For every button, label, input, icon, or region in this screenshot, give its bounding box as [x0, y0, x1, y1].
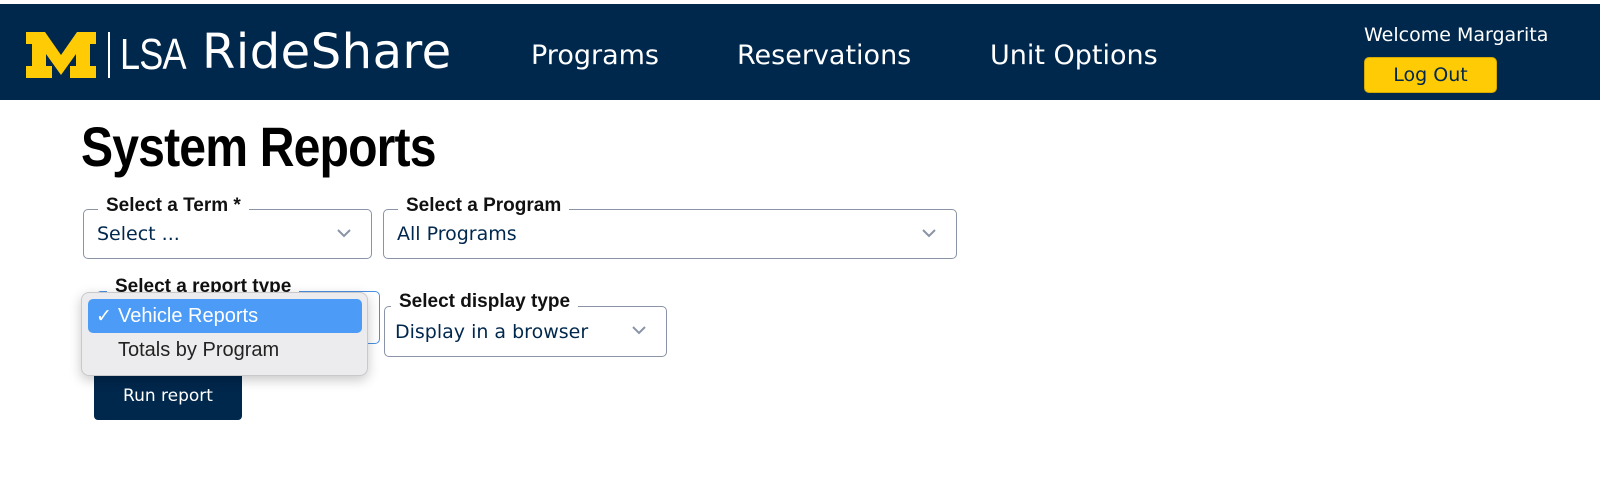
program-label: Select a Program [398, 195, 570, 217]
display-type-label: Select display type [391, 291, 579, 313]
nav-programs[interactable]: Programs [531, 40, 659, 71]
term-select[interactable]: Select a Term * Select ... [83, 195, 372, 259]
top-navbar: LSA RideShare Programs Reservations Unit… [0, 4, 1600, 100]
checkmark-icon: ✓ [96, 305, 112, 327]
logo-lsa-text: LSA [120, 30, 187, 79]
option-label: Vehicle Reports [118, 304, 259, 327]
program-select[interactable]: Select a Program All Programs [383, 195, 957, 259]
chevron-down-icon [922, 229, 936, 238]
block-m-logo-icon [26, 32, 96, 78]
option-totals-by-program[interactable]: Totals by Program [88, 333, 362, 367]
option-vehicle-reports[interactable]: ✓ Vehicle Reports [88, 299, 362, 333]
chevron-down-icon [632, 326, 646, 335]
welcome-text: Welcome Margarita [1364, 24, 1549, 46]
report-type-dropdown-menu: ✓ Vehicle Reports Totals by Program [81, 292, 368, 376]
term-value: Select ... [97, 223, 180, 245]
lsa-logo[interactable]: LSA [26, 30, 200, 79]
nav-reservations[interactable]: Reservations [737, 40, 911, 71]
display-type-select[interactable]: Select display type Display in a browser [384, 291, 667, 357]
page-title: System Reports [81, 115, 437, 178]
term-label: Select a Term * [98, 195, 249, 217]
display-type-value: Display in a browser [395, 321, 589, 343]
option-label: Totals by Program [118, 338, 280, 361]
logout-button[interactable]: Log Out [1364, 57, 1497, 93]
program-value: All Programs [397, 223, 517, 245]
run-report-button[interactable]: Run report [94, 372, 242, 420]
nav-unit-options[interactable]: Unit Options [990, 40, 1158, 71]
logo-divider [108, 32, 110, 78]
chevron-down-icon [337, 229, 351, 238]
app-title[interactable]: RideShare [202, 24, 452, 80]
